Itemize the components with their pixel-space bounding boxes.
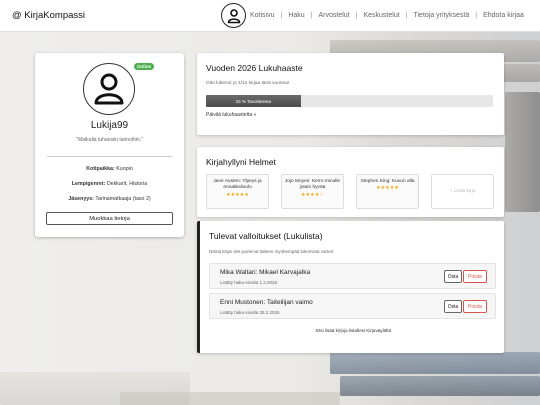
wishlist-subtitle: Nämä kirjat olet poiminut talteen myöhem…	[209, 249, 335, 254]
wishlist-item: Mika Waltari: Mikael Karvajalka Lisätty …	[209, 263, 496, 289]
profile-membership: Jäsenyys: Tarinamatkaaja (taso 2)	[68, 196, 151, 202]
online-status-badge: Online	[134, 63, 155, 70]
profile-avatar-icon	[83, 63, 135, 115]
book-tile[interactable]: Jojo Moyes: Kerro minulle jotain hyvää ★…	[281, 174, 344, 209]
nav-link-reviews[interactable]: Arvostelut	[319, 12, 350, 19]
reading-challenge-card: Vuoden 2026 Lukuhaaste Olet lukenut jo 4…	[197, 53, 504, 135]
edit-profile-button[interactable]: Muokkaa tietoja	[46, 212, 173, 225]
wishlist-card: Tulevat valloitukset (Lukulista) Nämä ki…	[197, 221, 504, 353]
profile-motto: "Matkalla tuhansiin tarinoihin."	[76, 137, 143, 143]
bookshelf-title: Kirjahyllyni Helmet	[206, 157, 276, 167]
reading-progress-bar: 33 % Tavoitteesta	[206, 95, 493, 107]
book-tile[interactable]: Jane Austen: Ylpeys ja ennakkoluulo ★★★★…	[206, 174, 269, 209]
wishlist-item: Enni Mustonen: Taiteilijan vaimo Lisätty…	[209, 293, 496, 319]
divider	[47, 156, 172, 157]
reading-challenge-text: Olet lukenut jo 4/12 kirjaa tänä vuonna!	[206, 81, 290, 86]
rating-stars: ★★★★★	[375, 186, 399, 192]
update-challenge-link[interactable]: Päivitä lukuhaastetta »	[206, 112, 256, 118]
find-more-books-link[interactable]: Etsi lisää kirjoja listallesi Kirjaväylä…	[200, 328, 507, 333]
nav-link-discussions[interactable]: Keskustelut	[363, 12, 399, 19]
wishlist-title: Tulevat valloitukset (Lukulista)	[209, 231, 323, 241]
brand-logo[interactable]: @ KirjaKompassi	[12, 10, 85, 21]
remove-button[interactable]: Poista	[463, 300, 487, 313]
remove-button[interactable]: Poista	[463, 270, 487, 283]
nav-link-about[interactable]: Tietoja yrityksestä	[413, 12, 469, 19]
profile-hometown: Kotipaikka: Kuopio	[86, 166, 133, 172]
rating-stars: ★★★★★	[225, 192, 249, 198]
reading-challenge-title: Vuoden 2026 Lukuhaaste	[206, 63, 303, 73]
wishlist-item-date: Lisätty haku-sivulta 28.2.2026	[220, 310, 280, 315]
buy-button[interactable]: Osta	[444, 300, 462, 313]
bookshelf-card: Kirjahyllyni Helmet Jane Austen: Ylpeys …	[197, 147, 504, 217]
rating-stars: ★★★★☆	[300, 192, 324, 198]
nav-link-home[interactable]: Kotisivu	[250, 12, 275, 19]
nav-link-search[interactable]: Haku	[288, 12, 304, 19]
profile-username: Lukija99	[90, 120, 129, 131]
main-nav: Kotisivu | Haku | Arvostelut | Keskustel…	[221, 3, 524, 28]
user-avatar-icon[interactable]	[221, 3, 246, 28]
wishlist-item-title: Enni Mustonen: Taiteilijan vaimo	[220, 299, 313, 306]
add-book-button[interactable]: + Lisää kirja	[431, 174, 494, 209]
book-tile[interactable]: Stephen King: Kuvun alla ★★★★★	[356, 174, 419, 209]
top-navbar: @ KirjaKompassi Kotisivu | Haku | Arvost…	[0, 0, 540, 32]
profile-card: Online Lukija99 "Matkalla tuhansiin tari…	[35, 53, 184, 237]
reading-progress-fill: 33 % Tavoitteesta	[206, 95, 301, 107]
profile-genres: Lempigenret: Dekkarit, Historia	[71, 181, 148, 187]
wishlist-item-title: Mika Waltari: Mikael Karvajalka	[220, 269, 311, 276]
buy-button[interactable]: Osta	[444, 270, 462, 283]
nav-link-suggest-book[interactable]: Ehdota kirjaa	[483, 12, 524, 19]
wishlist-item-date: Lisätty haku-sivulta 1.3.2026	[220, 280, 278, 285]
